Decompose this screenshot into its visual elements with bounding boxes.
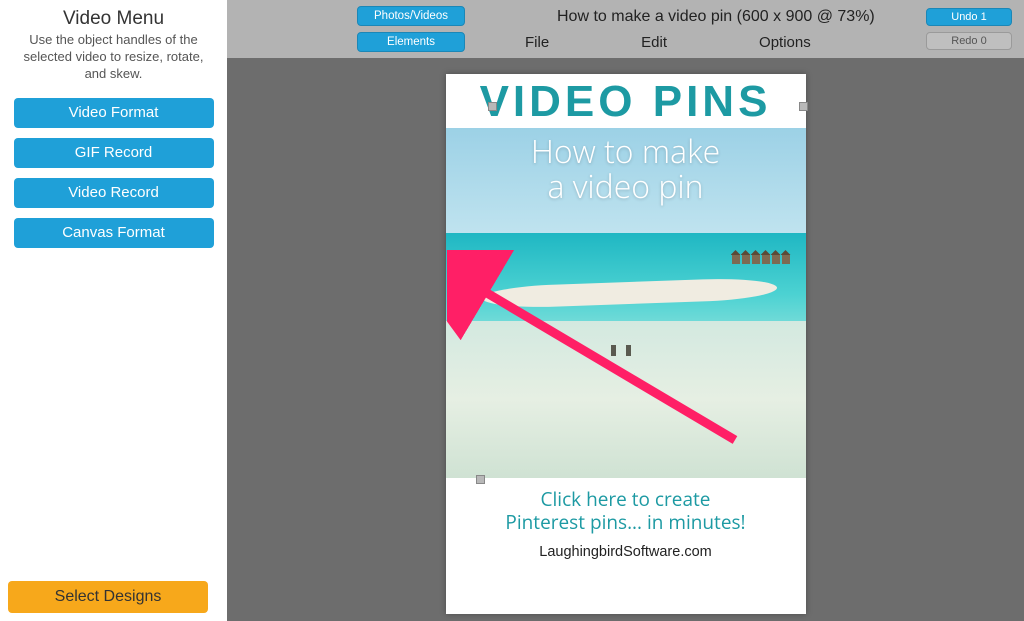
pin-cta[interactable]: Click here to create Pinterest pins... i… <box>446 478 806 536</box>
topbar: Photos/Videos Elements How to make a vid… <box>227 0 1024 58</box>
overlay-line1: How to make <box>446 134 806 169</box>
cta-line1: Click here to create <box>460 488 792 511</box>
menu-file[interactable]: File <box>525 34 549 51</box>
undo-button[interactable]: Undo 1 <box>926 8 1012 26</box>
canvas-area[interactable]: VIDEO PINS How to make a video pin <box>227 58 1024 621</box>
video-format-button[interactable]: Video Format <box>14 98 214 128</box>
redo-button[interactable]: Redo 0 <box>926 32 1012 50</box>
photos-videos-button[interactable]: Photos/Videos <box>357 6 465 26</box>
overlay-line2: a video pin <box>446 169 806 204</box>
pin-header-text: VIDEO PINS <box>480 77 772 126</box>
menubar: File Edit Options <box>525 34 811 51</box>
sidebar: Video Menu Use the object handles of the… <box>0 0 227 621</box>
elements-button[interactable]: Elements <box>357 32 465 52</box>
selection-handle[interactable] <box>488 102 497 111</box>
cta-line2: Pinterest pins... in minutes! <box>460 511 792 534</box>
pin-header[interactable]: VIDEO PINS <box>446 74 806 128</box>
sidebar-description: Use the object handles of the selected v… <box>0 30 227 93</box>
document-title: How to make a video pin (600 x 900 @ 73%… <box>557 8 875 26</box>
menu-edit[interactable]: Edit <box>641 34 667 51</box>
pin-footer[interactable]: LaughingbirdSoftware.com <box>446 536 806 570</box>
main-area: Photos/Videos Elements How to make a vid… <box>227 0 1024 621</box>
person-graphic <box>626 345 631 356</box>
selection-handle[interactable] <box>799 102 808 111</box>
pin-card[interactable]: VIDEO PINS How to make a video pin <box>446 74 806 614</box>
top-button-stack: Photos/Videos Elements <box>357 6 465 52</box>
person-graphic <box>611 345 616 356</box>
gif-record-button[interactable]: GIF Record <box>14 138 214 168</box>
select-designs-button[interactable]: Select Designs <box>8 581 208 613</box>
pin-image[interactable]: How to make a video pin <box>446 128 806 478</box>
pin-overlay-text[interactable]: How to make a video pin <box>446 134 806 204</box>
selection-handle[interactable] <box>476 475 485 484</box>
sidebar-title: Video Menu <box>63 8 164 30</box>
video-record-button[interactable]: Video Record <box>14 178 214 208</box>
menu-options[interactable]: Options <box>759 34 811 51</box>
canvas-format-button[interactable]: Canvas Format <box>14 218 214 248</box>
huts-graphic <box>732 254 802 268</box>
